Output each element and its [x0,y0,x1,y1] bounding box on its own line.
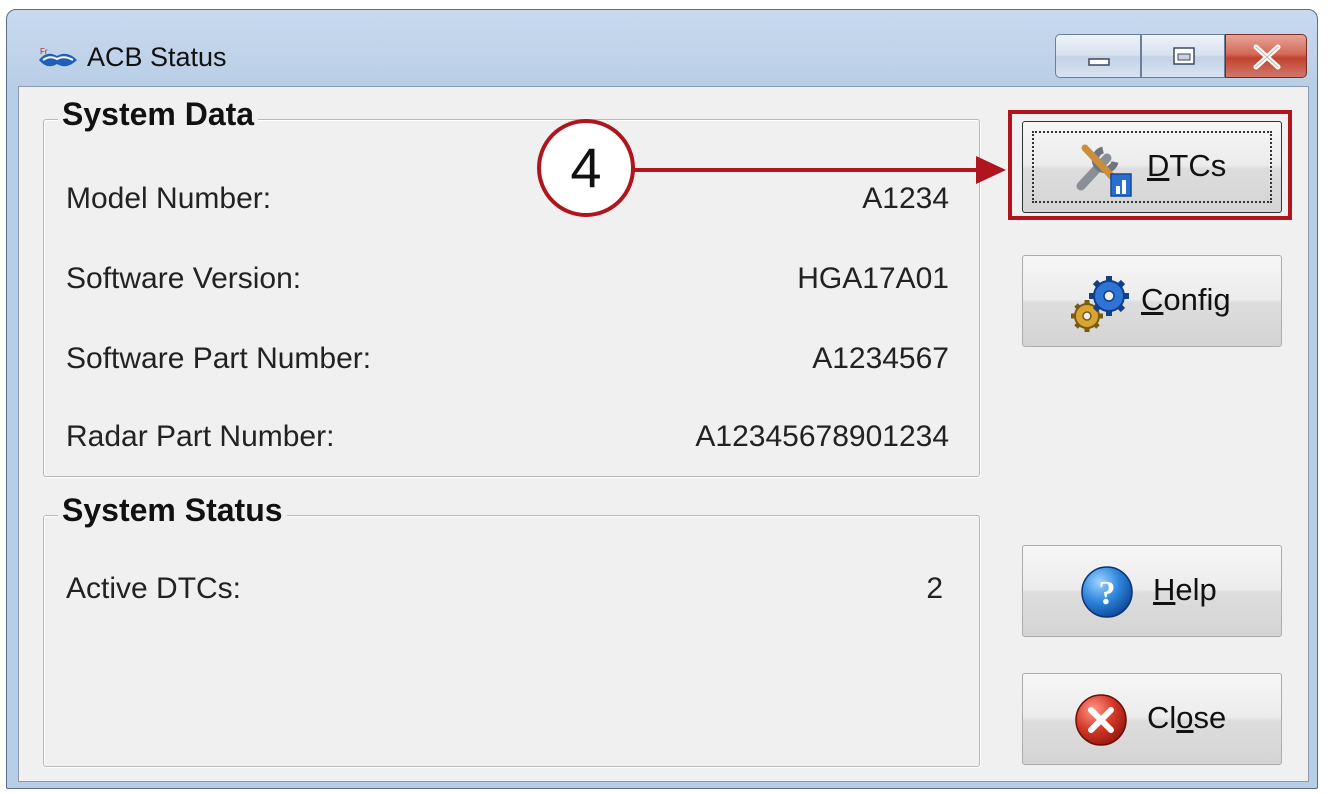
close-button[interactable]: Close [1022,673,1282,765]
window-title: ACB Status [87,42,227,72]
system-status-group: System Status Active DTCs: 2 [43,492,980,767]
config-button[interactable]: Config [1022,255,1282,347]
system-data-title: System Data [58,96,259,133]
active-dtcs-label: Active DTCs: [66,572,242,605]
model-number-label: Model Number: [66,182,272,215]
close-label: Close [1147,700,1227,735]
help-icon: ? [1081,566,1133,618]
app-logo-icon: Fr [39,47,77,67]
minimize-button[interactable] [1055,34,1141,78]
software-version-value: HGA17A01 [797,262,949,295]
callout-arrow [632,156,1006,184]
close-circle-icon [1075,694,1127,746]
callout-step-number: 4 [537,119,635,217]
software-version-label: Software Version: [66,262,302,295]
software-part-number-value: A1234567 [812,342,949,375]
software-part-number-label: Software Part Number: [66,342,372,375]
radar-part-number-label: Radar Part Number: [66,420,335,453]
restore-icon [1173,47,1195,65]
title-bar[interactable]: Fr ACB Status [7,10,1317,86]
help-label: Help [1153,572,1217,607]
gears-icon [1071,276,1129,332]
radar-part-number-value: A12345678901234 [695,420,949,453]
svg-text:?: ? [1099,575,1116,612]
help-button[interactable]: ? Help [1022,545,1282,637]
dtcs-highlight-box [1008,110,1292,220]
svg-text:Fr: Fr [40,47,48,56]
active-dtcs-value: 2 [926,572,943,605]
minimize-icon [1088,58,1110,66]
maximize-button[interactable] [1141,34,1225,78]
system-status-title: System Status [58,492,287,529]
window-close-button[interactable] [1225,34,1307,78]
close-x-icon [1253,44,1281,70]
config-label: Config [1141,282,1231,317]
